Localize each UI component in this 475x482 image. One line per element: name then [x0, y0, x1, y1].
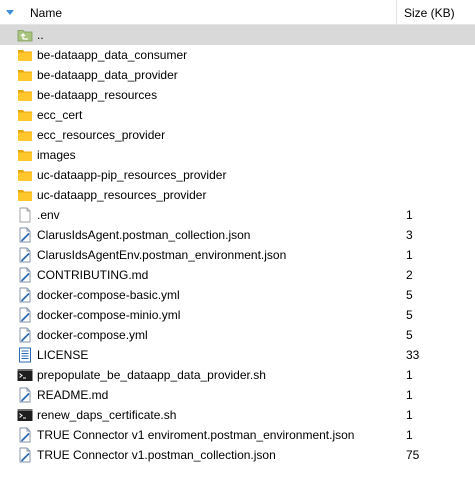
file-size: 1	[406, 388, 413, 402]
file-name: CONTRIBUTING.md	[37, 268, 149, 282]
file-row[interactable]: prepopulate_be_dataapp_data_provider.sh 1	[0, 365, 475, 385]
file-row[interactable]: docker-compose.yml 5	[0, 325, 475, 345]
file-row[interactable]: ecc_cert	[0, 105, 475, 125]
file-row[interactable]: LICENSE 33	[0, 345, 475, 365]
file-name: TRUE Connector v1 enviroment.postman_env…	[37, 428, 355, 442]
file-size: 5	[406, 328, 413, 342]
file-size: 75	[406, 448, 420, 462]
file-row[interactable]: renew_daps_certificate.sh 1	[0, 405, 475, 425]
folder-icon	[17, 87, 33, 103]
file-name: docker-compose-minio.yml	[37, 308, 181, 322]
file-name: TRUE Connector v1.postman_collection.jso…	[37, 448, 276, 462]
file-size: 33	[406, 348, 420, 362]
file-name: docker-compose-basic.yml	[37, 288, 180, 302]
file-size: 1	[406, 408, 413, 422]
column-header: Name Size (KB)	[0, 0, 475, 25]
file-row[interactable]: TRUE Connector v1 enviroment.postman_env…	[0, 425, 475, 445]
file-name: .env	[37, 208, 60, 222]
file-row[interactable]: images	[0, 145, 475, 165]
script-file-icon	[17, 267, 33, 283]
file-name: ClarusIdsAgent.postman_collection.json	[37, 228, 251, 242]
folder-icon	[17, 47, 33, 63]
file-row[interactable]: README.md 1	[0, 385, 475, 405]
file-size: 5	[406, 288, 413, 302]
script-file-icon	[17, 287, 33, 303]
name-column-header[interactable]: Name	[30, 0, 397, 24]
file-size: 2	[406, 268, 413, 282]
script-file-icon	[17, 247, 33, 263]
file-rows: .. be-dataapp_data_consumer be-dataapp_dat…	[0, 25, 475, 465]
file-row[interactable]: docker-compose-basic.yml 5	[0, 285, 475, 305]
file-name: ClarusIdsAgentEnv.postman_environment.js…	[37, 248, 287, 262]
file-name: LICENSE	[37, 348, 89, 362]
folder-icon	[17, 147, 33, 163]
file-name: README.md	[37, 388, 109, 402]
file-row[interactable]: TRUE Connector v1.postman_collection.jso…	[0, 445, 475, 465]
file-row[interactable]: be-dataapp_data_consumer	[0, 45, 475, 65]
file-name: uc-dataapp_resources_provider	[37, 188, 207, 202]
file-size: 3	[406, 228, 413, 242]
folder-icon	[17, 187, 33, 203]
folder-icon	[17, 127, 33, 143]
file-name: docker-compose.yml	[37, 328, 148, 342]
file-row[interactable]: be-dataapp_resources	[0, 85, 475, 105]
script-file-icon	[17, 387, 33, 403]
file-name: images	[37, 148, 76, 162]
file-name: ..	[37, 28, 44, 42]
terminal-icon	[17, 407, 33, 423]
file-name: be-dataapp_data_consumer	[37, 48, 188, 62]
terminal-icon	[17, 367, 33, 383]
text-document-icon	[17, 347, 33, 363]
file-name: ecc_resources_provider	[37, 128, 166, 142]
file-row[interactable]: uc-dataapp-pip_resources_provider	[0, 165, 475, 185]
folder-icon	[17, 167, 33, 183]
script-file-icon	[17, 427, 33, 443]
script-file-icon	[17, 327, 33, 343]
file-size: 1	[406, 428, 413, 442]
file-name: be-dataapp_resources	[37, 88, 158, 102]
file-name: prepopulate_be_dataapp_data_provider.sh	[37, 368, 266, 382]
file-size: 5	[406, 308, 413, 322]
file-row[interactable]: .env 1	[0, 205, 475, 225]
file-size: 1	[406, 208, 413, 222]
file-row[interactable]: be-dataapp_data_provider	[0, 65, 475, 85]
file-row[interactable]: ecc_resources_provider	[0, 125, 475, 145]
file-row[interactable]: uc-dataapp_resources_provider	[0, 185, 475, 205]
file-size: 1	[406, 248, 413, 262]
file-row[interactable]: ClarusIdsAgent.postman_collection.json 3	[0, 225, 475, 245]
file-size: 1	[406, 368, 413, 382]
folder-up-icon	[17, 27, 33, 43]
file-row[interactable]: ..	[0, 25, 475, 45]
blank-file-icon	[17, 207, 33, 223]
file-row[interactable]: CONTRIBUTING.md 2	[0, 265, 475, 285]
sort-descending-icon[interactable]	[5, 6, 15, 16]
script-file-icon	[17, 307, 33, 323]
file-name: uc-dataapp-pip_resources_provider	[37, 168, 227, 182]
folder-icon	[17, 67, 33, 83]
folder-icon	[17, 107, 33, 123]
size-column-header[interactable]: Size (KB)	[404, 0, 475, 24]
file-row[interactable]: ClarusIdsAgentEnv.postman_environment.js…	[0, 245, 475, 265]
file-name: be-dataapp_data_provider	[37, 68, 178, 82]
file-name: ecc_cert	[37, 108, 83, 122]
file-list: Name Size (KB) .. be-dataapp_data_consume…	[0, 0, 475, 482]
file-row[interactable]: docker-compose-minio.yml 5	[0, 305, 475, 325]
script-file-icon	[17, 227, 33, 243]
script-file-icon	[17, 447, 33, 463]
file-name: renew_daps_certificate.sh	[37, 408, 177, 422]
